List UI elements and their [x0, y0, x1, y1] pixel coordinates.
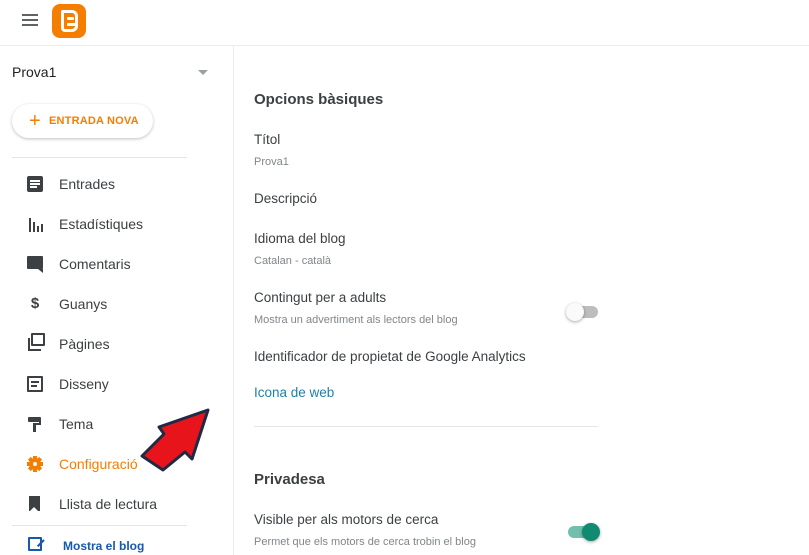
blog-name: Prova1	[12, 64, 57, 80]
sidebar-item-comentaris[interactable]: Comentaris	[0, 244, 234, 284]
theme-roller-icon	[27, 416, 43, 432]
setting-language-label[interactable]: Idioma del blog	[254, 231, 346, 246]
sidebar-item-estadistiques[interactable]: Estadístiques	[0, 204, 234, 244]
plus-icon: +	[29, 110, 41, 132]
hamburger-menu-icon[interactable]	[22, 14, 38, 28]
view-blog-link[interactable]: Mostra el blog	[0, 534, 234, 554]
divider	[12, 525, 187, 526]
layout-icon	[27, 376, 43, 392]
chevron-down-icon	[198, 70, 208, 75]
setting-description-label[interactable]: Descripció	[254, 191, 317, 206]
top-bar	[0, 0, 809, 46]
gear-icon	[27, 456, 43, 472]
sidebar-item-disseny[interactable]: Disseny	[0, 364, 234, 404]
blogger-logo-icon[interactable]	[52, 4, 86, 38]
setting-title-label[interactable]: Títol	[254, 132, 280, 147]
setting-adult-help: Mostra un advertiment als lectors del bl…	[254, 314, 458, 326]
stats-icon	[27, 216, 43, 232]
sidebar-item-guanys[interactable]: $ Guanys	[0, 284, 234, 324]
sidebar: Prova1 + ENTRADA NOVA Entrades Estadísti…	[0, 46, 234, 555]
section-title-privacy: Privadesa	[254, 471, 325, 488]
divider	[12, 157, 187, 158]
sidebar-item-label: Comentaris	[59, 256, 131, 272]
sidebar-item-entrades[interactable]: Entrades	[0, 164, 234, 204]
sidebar-item-label: Tema	[59, 416, 94, 432]
setting-language-value: Catalan - català	[254, 255, 332, 267]
dollar-icon: $	[30, 295, 40, 312]
divider	[254, 426, 598, 427]
setting-search-visible-help: Permet que els motors de cerca trobin el…	[254, 536, 476, 548]
sidebar-item-llista-de-lectura[interactable]: Llista de lectura	[0, 484, 234, 524]
sidebar-item-label: Disseny	[59, 376, 109, 392]
external-link-icon	[28, 537, 45, 551]
sidebar-item-pagines[interactable]: Pàgines	[0, 324, 234, 364]
section-title-basic: Opcions bàsiques	[254, 91, 384, 108]
view-blog-label: Mostra el blog	[63, 539, 145, 553]
search-visible-toggle[interactable]	[566, 522, 600, 542]
sidebar-item-label: Llista de lectura	[59, 496, 158, 512]
posts-icon	[27, 176, 43, 192]
setting-analytics-label[interactable]: Identificador de propietat de Google Ana…	[254, 349, 526, 364]
sidebar-item-label: Configuració	[59, 456, 138, 472]
favicon-link[interactable]: Icona de web	[254, 385, 334, 400]
new-post-label: ENTRADA NOVA	[49, 115, 139, 127]
sidebar-item-label: Estadístiques	[59, 216, 144, 232]
blog-selector[interactable]: Prova1	[12, 64, 212, 84]
new-post-button[interactable]: + ENTRADA NOVA	[12, 104, 153, 138]
setting-adult-label[interactable]: Contingut per a adults	[254, 290, 386, 305]
sidebar-item-label: Pàgines	[59, 336, 110, 352]
pages-icon	[28, 333, 45, 351]
setting-title-value: Prova1	[254, 156, 289, 168]
settings-panel: Opcions bàsiques Títol Prova1 Descripció…	[234, 46, 809, 555]
sidebar-item-label: Entrades	[59, 176, 116, 192]
adult-content-toggle[interactable]	[566, 302, 600, 322]
bookmark-icon	[29, 496, 40, 512]
setting-search-visible-label[interactable]: Visible per als motors de cerca	[254, 512, 438, 527]
comments-icon	[27, 256, 43, 273]
sidebar-item-label: Guanys	[59, 296, 108, 312]
red-arrow-pointer	[140, 408, 210, 472]
